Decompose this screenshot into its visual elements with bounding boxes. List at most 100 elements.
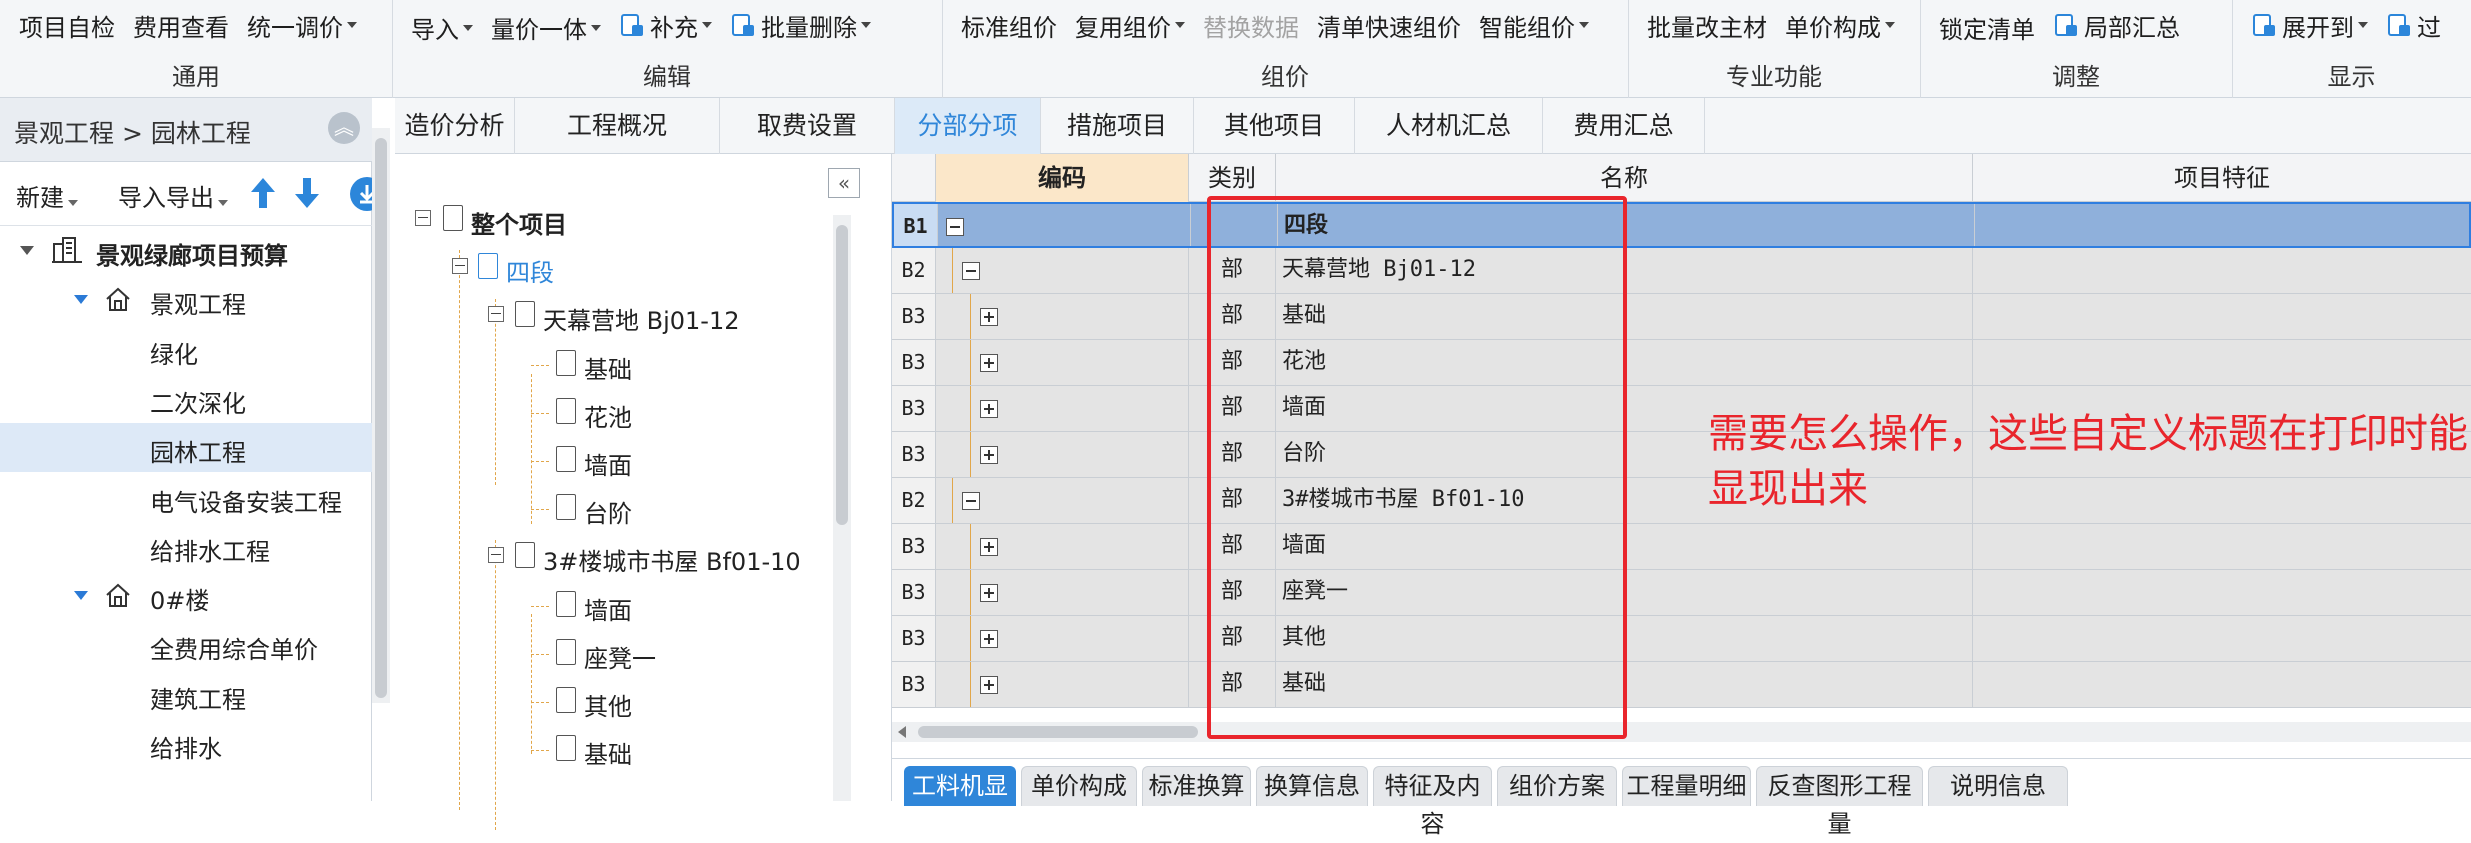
collapse-box-icon[interactable] bbox=[415, 210, 431, 226]
tab-5[interactable]: 其他项目 bbox=[1194, 98, 1355, 154]
detail-tab-4[interactable]: 特征及内容 bbox=[1373, 766, 1492, 838]
expand-icon[interactable] bbox=[980, 354, 998, 372]
project-tree-item[interactable]: 景观工程 bbox=[0, 275, 372, 324]
table-row[interactable]: B3 部花池 bbox=[892, 340, 2471, 386]
detail-tab-2[interactable]: 标准换算 bbox=[1142, 766, 1251, 806]
project-tree-item[interactable]: 给排水工程 bbox=[0, 522, 372, 571]
expand-arrow-icon[interactable] bbox=[74, 295, 88, 305]
code-cell[interactable] bbox=[936, 570, 1189, 615]
detail-tab-6[interactable]: 工程量明细 bbox=[1622, 766, 1751, 806]
ribbon-button-2-0[interactable]: 标准组价 bbox=[952, 4, 1066, 46]
ribbon-button-5-1[interactable]: 过 bbox=[2377, 4, 2450, 46]
code-cell[interactable] bbox=[936, 662, 1189, 707]
feature-cell[interactable] bbox=[1973, 662, 2471, 707]
detail-tab-7[interactable]: 反查图形工程量 bbox=[1756, 766, 1923, 838]
tab-1[interactable]: 工程概况 bbox=[515, 98, 720, 154]
tab-4[interactable]: 措施项目 bbox=[1041, 98, 1194, 154]
project-tree-item[interactable]: 全费用综合单价 bbox=[0, 620, 372, 669]
collapse-box-icon[interactable] bbox=[488, 306, 504, 323]
project-tree-item[interactable]: 二次深化 bbox=[0, 374, 372, 423]
collapse-box-icon[interactable] bbox=[488, 547, 504, 564]
ribbon-button-0-1[interactable]: 费用查看 bbox=[124, 4, 238, 46]
table-row[interactable]: B3 部墙面 bbox=[892, 524, 2471, 570]
new-button[interactable]: 新建 bbox=[16, 178, 78, 213]
detail-tab-8[interactable]: 说明信息 bbox=[1928, 766, 2068, 806]
grid-horizontal-scrollbar[interactable] bbox=[892, 722, 2471, 742]
project-tree-item[interactable]: 园林工程 bbox=[0, 423, 372, 473]
project-tree-item[interactable]: 给排水 bbox=[0, 719, 372, 768]
tab-6[interactable]: 人材机汇总 bbox=[1355, 98, 1543, 154]
expand-arrow-icon[interactable] bbox=[20, 246, 34, 255]
expand-arrow-icon[interactable] bbox=[74, 591, 88, 601]
import-export-button[interactable]: 导入导出 bbox=[118, 178, 228, 213]
division-tree-item[interactable]: 座凳一 bbox=[395, 630, 825, 678]
table-row[interactable]: B3 部基础 bbox=[892, 662, 2471, 708]
project-tree-scrollbar[interactable] bbox=[372, 128, 390, 703]
division-tree-item[interactable]: 天幕营地 Bj01-12 bbox=[395, 292, 825, 340]
ribbon-button-4-0[interactable]: 锁定清单 bbox=[1930, 7, 2044, 49]
division-tree-item[interactable]: 3#楼城市书屋 Bf01-10 bbox=[395, 533, 825, 581]
collapse-icon[interactable] bbox=[962, 262, 980, 280]
collapse-up-icon[interactable]: ︽ bbox=[328, 112, 360, 144]
collapse-panel-button[interactable]: « bbox=[828, 168, 860, 198]
project-tree-item[interactable]: 电气设备安装工程 bbox=[0, 473, 372, 522]
grid-header-type[interactable]: 类别 bbox=[1189, 154, 1276, 202]
ribbon-button-2-2[interactable]: 替换数据 bbox=[1194, 4, 1308, 46]
code-cell[interactable] bbox=[938, 204, 1191, 246]
tab-0[interactable]: 造价分析 bbox=[395, 98, 515, 154]
project-tree-item[interactable]: 绿化 bbox=[0, 325, 372, 374]
feature-cell[interactable] bbox=[1973, 524, 2471, 569]
expand-icon[interactable] bbox=[980, 676, 998, 694]
ribbon-button-5-0[interactable]: 展开到 bbox=[2242, 4, 2377, 46]
detail-tab-5[interactable]: 组价方案 bbox=[1497, 766, 1617, 806]
feature-cell[interactable] bbox=[1973, 248, 2471, 293]
ribbon-button-4-1[interactable]: 局部汇总 bbox=[2044, 4, 2189, 46]
ribbon-button-0-0[interactable]: 项目自检 bbox=[10, 4, 124, 46]
tab-2[interactable]: 取费设置 bbox=[720, 98, 895, 154]
division-tree-item[interactable]: 四段 bbox=[395, 244, 825, 292]
division-tree-item[interactable]: 基础 bbox=[395, 341, 825, 389]
expand-icon[interactable] bbox=[980, 400, 998, 418]
expand-icon[interactable] bbox=[980, 630, 998, 648]
code-cell[interactable] bbox=[936, 616, 1189, 661]
project-tree-item[interactable]: 0#楼 bbox=[0, 571, 372, 620]
division-tree-item[interactable]: 台阶 bbox=[395, 485, 825, 533]
division-tree-item[interactable]: 基础 bbox=[395, 726, 825, 774]
grid-header-code[interactable]: 编码 bbox=[936, 154, 1189, 202]
table-row[interactable]: B3 部基础 bbox=[892, 294, 2471, 340]
ribbon-button-1-3[interactable]: 批量删除 bbox=[721, 4, 880, 46]
ribbon-button-1-1[interactable]: 量价一体 bbox=[482, 7, 610, 49]
collapse-icon[interactable] bbox=[946, 218, 964, 236]
feature-cell[interactable] bbox=[1973, 340, 2471, 385]
detail-tab-1[interactable]: 单价构成 bbox=[1021, 766, 1137, 806]
project-tree-item[interactable]: 景观绿廊项目预算 bbox=[0, 226, 372, 275]
ribbon-button-3-0[interactable]: 批量改主材 bbox=[1638, 4, 1776, 46]
expand-icon[interactable] bbox=[980, 584, 998, 602]
division-tree-item[interactable]: 整个项目 bbox=[395, 196, 825, 244]
table-row[interactable]: B3 部座凳一 bbox=[892, 570, 2471, 616]
division-tree-item[interactable]: 墙面 bbox=[395, 437, 825, 485]
feature-cell[interactable] bbox=[1973, 616, 2471, 661]
detail-tab-3[interactable]: 换算信息 bbox=[1256, 766, 1368, 806]
code-cell[interactable] bbox=[936, 524, 1189, 569]
table-row[interactable]: B3 部其他 bbox=[892, 616, 2471, 662]
tab-3[interactable]: 分部分项 bbox=[895, 98, 1041, 154]
move-down-icon[interactable] bbox=[292, 176, 322, 210]
ribbon-button-2-3[interactable]: 清单快速组价 bbox=[1308, 4, 1470, 46]
ribbon-button-2-4[interactable]: 智能组价 bbox=[1470, 4, 1598, 46]
tab-7[interactable]: 费用汇总 bbox=[1543, 98, 1705, 154]
expand-icon[interactable] bbox=[980, 538, 998, 556]
division-tree-scrollbar[interactable] bbox=[833, 215, 851, 801]
ribbon-button-3-1[interactable]: 单价构成 bbox=[1776, 4, 1904, 46]
feature-cell[interactable] bbox=[1975, 204, 2471, 246]
division-tree-item[interactable]: 花池 bbox=[395, 389, 825, 437]
ribbon-button-1-0[interactable]: 导入 bbox=[402, 7, 482, 49]
code-cell[interactable] bbox=[936, 248, 1189, 293]
grid-header-name[interactable]: 名称 bbox=[1276, 154, 1973, 202]
division-tree-item[interactable]: 其他 bbox=[395, 678, 825, 726]
table-row[interactable]: B2 部天幕营地 Bj01-12 bbox=[892, 248, 2471, 294]
ribbon-button-2-1[interactable]: 复用组价 bbox=[1066, 4, 1194, 46]
division-tree-item[interactable]: 墙面 bbox=[395, 582, 825, 630]
code-cell[interactable] bbox=[936, 432, 1189, 477]
ribbon-button-1-2[interactable]: 补充 bbox=[610, 4, 721, 46]
